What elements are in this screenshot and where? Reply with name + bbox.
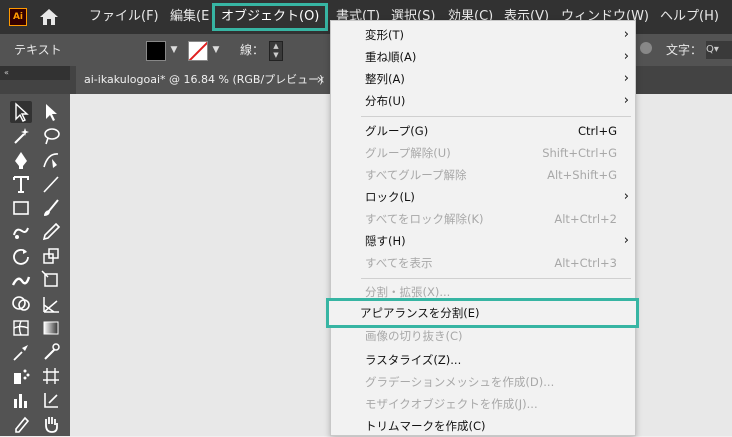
artboard-tool-icon[interactable]: [40, 365, 62, 387]
blend-tool-icon[interactable]: [40, 341, 62, 363]
menu-item-create-object-mosaic: モザイクオブジェクトを作成(J)...: [365, 397, 538, 411]
width-tool-icon[interactable]: [10, 269, 32, 291]
chevron-right-icon: ›: [623, 93, 629, 108]
pencil-tool-icon[interactable]: [40, 221, 62, 243]
rectangle-tool-icon[interactable]: [10, 197, 32, 219]
eyedropper-tool-icon[interactable]: [10, 341, 32, 363]
menu-separator: [361, 278, 631, 279]
object-menu-dropdown: 変形(T) › 重ね順(A) › 整列(A) › 分布(U) › グループ(G) Ctrl…: [330, 20, 636, 436]
stroke-weight-label: 線：: [240, 43, 265, 57]
home-icon[interactable]: [38, 7, 60, 27]
character-label: 文字：: [666, 43, 703, 57]
menu-help[interactable]: ヘルプ(H): [660, 0, 719, 34]
menu-item-ungroup-all: すべてグループ解除 Alt+Shift+G: [365, 168, 617, 182]
magic-wand-tool-icon[interactable]: [10, 125, 32, 147]
slice-tool-icon[interactable]: [40, 389, 62, 411]
font-search-input[interactable]: Q▾: [706, 41, 732, 59]
menu-item-show-all: すべてを表示 Alt+Ctrl+3: [365, 256, 617, 270]
chevron-right-icon: ›: [623, 189, 629, 204]
selection-type-label: テキスト: [14, 43, 62, 57]
fill-dropdown-chevron-down-icon[interactable]: ▼: [168, 41, 180, 59]
menu-separator: [361, 116, 631, 117]
shape-builder-tool-icon[interactable]: [10, 293, 32, 315]
chevron-right-icon: ›: [623, 71, 629, 86]
scale-tool-icon[interactable]: [40, 245, 62, 267]
direct-selection-tool-icon[interactable]: [40, 101, 62, 123]
document-tab[interactable]: ai-ikakulogoai* @ 16.84 % (RGB/プレビュー): [76, 66, 330, 94]
menu-item-lock[interactable]: ロック(L) ›: [331, 186, 637, 208]
menu-item-ungroup: グループ解除(U) Shift+Ctrl+G: [365, 146, 617, 160]
menu-item-rasterize[interactable]: ラスタライズ(Z)...: [331, 349, 637, 371]
stroke-weight-stepper[interactable]: ▲ ▼: [269, 41, 283, 61]
column-graph-tool-icon[interactable]: [10, 389, 32, 411]
chevron-right-icon: ›: [623, 233, 629, 248]
eraser-tool-icon[interactable]: [10, 413, 32, 435]
menu-item-group[interactable]: グループ(G) Ctrl+G: [331, 120, 637, 142]
lasso-tool-icon[interactable]: [40, 125, 62, 147]
menu-item-transform[interactable]: 変形(T) ›: [331, 24, 637, 46]
close-icon[interactable]: ×: [316, 66, 325, 94]
hand-tool-icon[interactable]: [40, 413, 62, 435]
opacity-icon[interactable]: [640, 42, 652, 54]
type-tool-icon[interactable]: [10, 173, 32, 195]
menu-edit[interactable]: 編集(E: [170, 0, 209, 34]
rotate-tool-icon[interactable]: [10, 245, 32, 267]
menu-item-unlock-all: すべてをロック解除(K) Alt+Ctrl+2: [365, 212, 617, 226]
stroke-color-swatch[interactable]: [188, 41, 208, 61]
mesh-tool-icon[interactable]: [10, 317, 32, 339]
menu-item-create-trim-marks[interactable]: トリムマークを作成(C): [331, 415, 637, 437]
stroke-dropdown-chevron-down-icon[interactable]: ▼: [210, 41, 222, 59]
menu-item-create-gradient-mesh: グラデーションメッシュを作成(D)...: [365, 375, 555, 389]
line-segment-tool-icon[interactable]: [40, 173, 62, 195]
menu-file[interactable]: ファイル(F): [89, 0, 159, 34]
search-icon: Q: [706, 44, 714, 55]
gradient-tool-icon[interactable]: [40, 317, 62, 339]
menu-item-hide[interactable]: 隠す(H) ›: [331, 230, 637, 252]
app-logo: Ai: [9, 8, 27, 26]
symbol-sprayer-tool-icon[interactable]: [10, 365, 32, 387]
menu-item-label: アピアランスを分割(E): [360, 306, 480, 320]
menu-object[interactable]: オブジェクト(O): [212, 3, 329, 31]
shaper-tool-icon[interactable]: [10, 221, 32, 243]
curvature-tool-icon[interactable]: [40, 149, 62, 171]
fill-color-swatch[interactable]: [146, 41, 166, 61]
menu-item-expand-appearance[interactable]: アピアランスを分割(E): [326, 298, 639, 328]
pen-tool-icon[interactable]: [10, 149, 32, 171]
free-transform-tool-icon[interactable]: [40, 269, 62, 291]
paintbrush-tool-icon[interactable]: [40, 197, 62, 219]
menu-item-arrange[interactable]: 重ね順(A) ›: [331, 46, 637, 68]
chevron-right-icon: ›: [623, 49, 629, 64]
menu-item-crop-image: 画像の切り抜き(C): [365, 329, 463, 343]
perspective-grid-tool-icon[interactable]: [40, 293, 62, 315]
panel-collapse-button[interactable]: «: [0, 66, 70, 80]
selection-tool-icon[interactable]: [10, 101, 32, 123]
menu-item-align[interactable]: 整列(A) ›: [331, 68, 637, 90]
chevron-right-icon: ›: [623, 27, 629, 42]
menu-item-distribute[interactable]: 分布(U) ›: [331, 90, 637, 112]
